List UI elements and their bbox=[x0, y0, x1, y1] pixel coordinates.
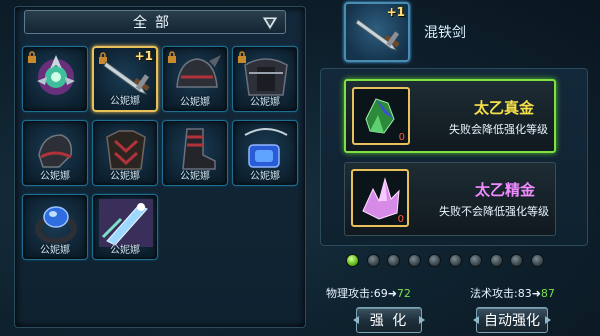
equipment-slot-1[interactable] bbox=[22, 46, 88, 112]
physical-attack-new: 72 bbox=[396, 287, 411, 300]
arrow-right-icon: ➜ bbox=[387, 287, 397, 300]
equipment-slot-7[interactable]: 公妮娜 bbox=[162, 120, 228, 186]
equipment-slot-8[interactable]: 公妮娜 bbox=[232, 120, 298, 186]
equipment-slot-2[interactable]: +1 公妮娜 bbox=[92, 46, 158, 112]
material-description: 失败不会降低强化等级 bbox=[439, 205, 549, 218]
progress-dot bbox=[387, 254, 400, 267]
boot-icon bbox=[182, 128, 216, 170]
equipment-slot-10[interactable]: 公妮娜 bbox=[92, 194, 158, 260]
equipment-owner: 公妮娜 bbox=[250, 171, 280, 182]
pink-crystal-icon: 0 bbox=[351, 169, 409, 227]
physical-attack-label: 物理攻击:69 bbox=[326, 287, 388, 300]
armor-icon bbox=[244, 58, 288, 96]
crystal-blade-icon bbox=[99, 199, 153, 247]
magic-attack-stat: 法术攻击:83➜87 bbox=[470, 285, 555, 301]
progress-dot bbox=[428, 254, 441, 267]
equipment-owner: 公妮娜 bbox=[180, 171, 210, 182]
equipment-owner: 公妮娜 bbox=[250, 97, 280, 108]
equipment-owner: 公妮娜 bbox=[110, 96, 140, 107]
arrow-right-icon: ➜ bbox=[531, 287, 541, 300]
progress-dot bbox=[448, 254, 462, 267]
progress-dot bbox=[366, 254, 380, 267]
magic-attack-new: 87 bbox=[540, 287, 555, 300]
enhance-progress-dots bbox=[346, 254, 556, 268]
material-option-taiyi-jingjin[interactable]: 0 太乙精金 失败不会降低强化等级 bbox=[344, 162, 556, 236]
equipment-slot-4[interactable]: 公妮娜 bbox=[232, 46, 298, 112]
pauldron-icon bbox=[38, 134, 73, 168]
ring-icon bbox=[35, 206, 77, 244]
auto-enhance-button[interactable]: 自动强化 bbox=[476, 307, 548, 333]
equipment-enhance-screen: 全部 +1 公妮娜 公妮娜 公妮娜 公妮娜 公妮娜 公妮娜 公妮娜 公妮娜 公妮… bbox=[0, 0, 600, 336]
progress-dot bbox=[346, 254, 359, 267]
equipment-owner: 公妮娜 bbox=[180, 97, 210, 108]
equipment-slot-9[interactable]: 公妮娜 bbox=[22, 194, 88, 260]
equipment-owner: 公妮娜 bbox=[40, 171, 70, 182]
equipment-owner: 公妮娜 bbox=[110, 245, 140, 256]
equipment-slot-6[interactable]: 公妮娜 bbox=[92, 120, 158, 186]
equipment-slot-3[interactable]: 公妮娜 bbox=[162, 46, 228, 112]
material-count: 0 bbox=[397, 214, 404, 225]
helmet-icon bbox=[176, 55, 221, 88]
physical-attack-stat: 物理攻击:69➜72 bbox=[326, 285, 411, 301]
dropdown-triangle-icon bbox=[261, 15, 279, 31]
equipment-slot-5[interactable]: 公妮娜 bbox=[22, 120, 88, 186]
progress-dot bbox=[530, 254, 544, 267]
filter-label: 全部 bbox=[133, 15, 177, 31]
material-option-taiyi-zhenjin[interactable]: 0 太乙真金 失败会降低强化等级 bbox=[344, 79, 556, 153]
filter-dropdown[interactable]: 全部 bbox=[24, 10, 286, 34]
necklace-icon bbox=[244, 128, 288, 168]
enhance-button[interactable]: 强 化 bbox=[356, 307, 422, 333]
progress-dot bbox=[489, 254, 503, 267]
equipment-owner: 公妮娜 bbox=[110, 171, 140, 182]
magic-attack-label: 法术攻击:83 bbox=[470, 287, 532, 300]
green-crystal-icon: 0 bbox=[352, 87, 410, 145]
selected-equipment-name: 混铁剑 bbox=[424, 25, 466, 41]
chest-armor-icon bbox=[106, 130, 146, 170]
sword-icon bbox=[355, 18, 400, 52]
material-name: 太乙真金 bbox=[473, 99, 534, 117]
progress-dot bbox=[510, 254, 523, 267]
material-count: 0 bbox=[398, 132, 405, 143]
progress-dot bbox=[469, 254, 482, 267]
progress-dot bbox=[407, 254, 421, 267]
material-name: 太乙精金 bbox=[474, 181, 535, 199]
equipment-owner: 公妮娜 bbox=[40, 245, 70, 256]
selected-equipment-slot: +1 bbox=[344, 2, 410, 62]
material-description: 失败会降低强化等级 bbox=[449, 123, 548, 136]
emblem-shield-icon bbox=[37, 55, 75, 95]
